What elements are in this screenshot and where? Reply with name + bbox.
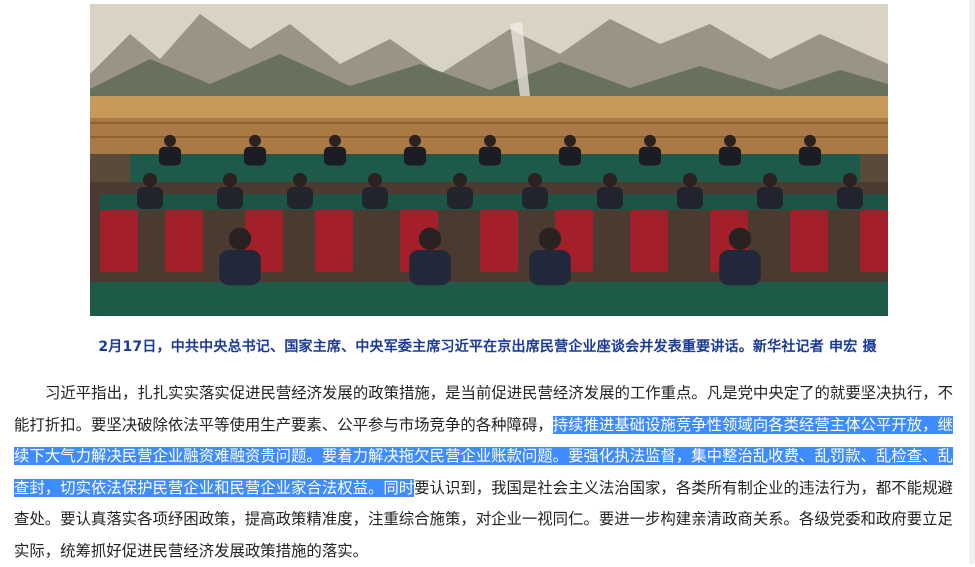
attendee-body	[597, 187, 623, 209]
attendee-head	[228, 227, 252, 250]
red-chair	[630, 210, 668, 272]
front-table	[90, 282, 888, 316]
attendee-body	[403, 146, 427, 166]
attendee-head	[249, 134, 261, 147]
attendee-body	[158, 146, 182, 166]
attendee-body	[798, 146, 822, 166]
attendee-body	[478, 146, 502, 166]
news-photo	[90, 4, 888, 316]
attendee-body	[217, 187, 243, 209]
attendee-head	[418, 227, 442, 250]
article-paragraph[interactable]: 习近平指出，扎扎实实落实促进民营经济发展的政策措施，是当前促进民营经济发展的工作…	[14, 378, 966, 567]
red-chair	[790, 210, 828, 272]
attendee-head	[683, 173, 697, 187]
attendee-head	[329, 134, 341, 147]
attendee-body	[323, 146, 347, 166]
red-chair	[480, 210, 518, 272]
photo-caption: 2月17日，中共中央总书记、国家主席、中央军委主席习近平在京出席民营企业座谈会并…	[98, 339, 877, 355]
attendee-head	[453, 173, 467, 187]
attendee-body	[677, 187, 703, 209]
red-chair	[100, 210, 138, 272]
attendee-body	[137, 187, 163, 209]
attendee-head	[164, 134, 176, 147]
attendee-body	[718, 146, 742, 166]
attendee-head	[293, 173, 307, 187]
attendee-head	[724, 134, 736, 147]
attendee-body	[243, 146, 267, 166]
attendee-head	[728, 227, 752, 250]
attendee-body	[638, 146, 662, 166]
attendee-body	[757, 187, 783, 209]
attendee-body	[447, 187, 473, 209]
attendee-head	[564, 134, 576, 147]
meeting-scene	[90, 4, 888, 316]
red-chair	[315, 210, 353, 272]
red-chair	[165, 210, 203, 272]
wall-trim	[90, 96, 888, 118]
attendee-body	[287, 187, 313, 209]
attendee-head	[223, 173, 237, 187]
attendee-head	[538, 227, 562, 250]
attendee-body	[362, 187, 388, 209]
attendee-head	[763, 173, 777, 187]
vertical-scrollbar[interactable]	[969, 0, 975, 564]
attendee-body	[409, 250, 451, 286]
attendee-head	[143, 173, 157, 187]
attendee-head	[603, 173, 617, 187]
attendee-head	[409, 134, 421, 147]
attendee-body	[522, 187, 548, 209]
attendee-head	[368, 173, 382, 187]
attendee-head	[843, 173, 857, 187]
attendee-head	[528, 173, 542, 187]
attendee-body	[719, 250, 761, 286]
attendee-head	[484, 134, 496, 147]
attendee-head	[804, 134, 816, 147]
red-chair	[860, 210, 888, 272]
attendee-body	[558, 146, 582, 166]
attendee-body	[837, 187, 863, 209]
attendee-head	[644, 134, 656, 147]
attendee-body	[219, 250, 261, 286]
attendee-body	[529, 250, 571, 286]
